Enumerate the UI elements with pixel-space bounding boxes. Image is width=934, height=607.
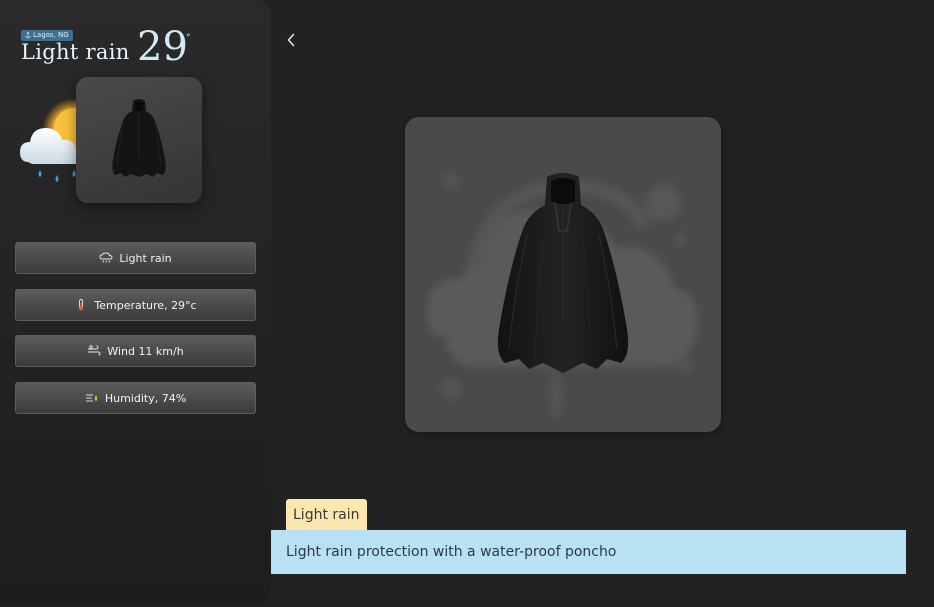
wind-icon <box>88 345 101 356</box>
poncho-image <box>497 173 629 373</box>
info-pill-temperature[interactable]: Temperature, 29°c <box>15 289 256 321</box>
recommendation-caption: Light rain protection with a water-proof… <box>271 530 906 574</box>
info-pill-label: Light rain <box>119 251 172 265</box>
poncho-hero-image <box>405 117 721 432</box>
poncho-image <box>112 99 166 177</box>
condition-title: Light rain <box>21 40 130 64</box>
info-pill-label: Humidity, 74% <box>104 391 187 405</box>
cloud-rain-icon <box>99 252 113 263</box>
back-button[interactable] <box>282 30 300 50</box>
info-pill-wind[interactable]: Wind 11 km/h <box>15 335 256 367</box>
app-root: Lagos, NG Light rain 29 ° Light rain Tem… <box>0 0 934 607</box>
weather-sidebar: Lagos, NG Light rain 29 ° Light rain Tem… <box>0 0 271 604</box>
temperature-value: 29 <box>137 24 188 70</box>
degree-symbol: ° <box>186 33 191 43</box>
humidity-icon <box>85 394 97 402</box>
condition-tag: Light rain <box>286 499 367 531</box>
info-pill-label: Temperature, 29°c <box>94 298 197 312</box>
anchor-icon <box>25 32 31 39</box>
chevron-left-icon <box>287 33 295 47</box>
info-pill-condition[interactable]: Light rain <box>15 242 256 274</box>
info-pill-humidity[interactable]: Humidity, 74% <box>15 382 256 414</box>
poncho-thumbnail[interactable] <box>76 77 202 203</box>
info-pill-label: Wind 11 km/h <box>107 344 184 358</box>
thermometer-icon <box>79 299 84 311</box>
